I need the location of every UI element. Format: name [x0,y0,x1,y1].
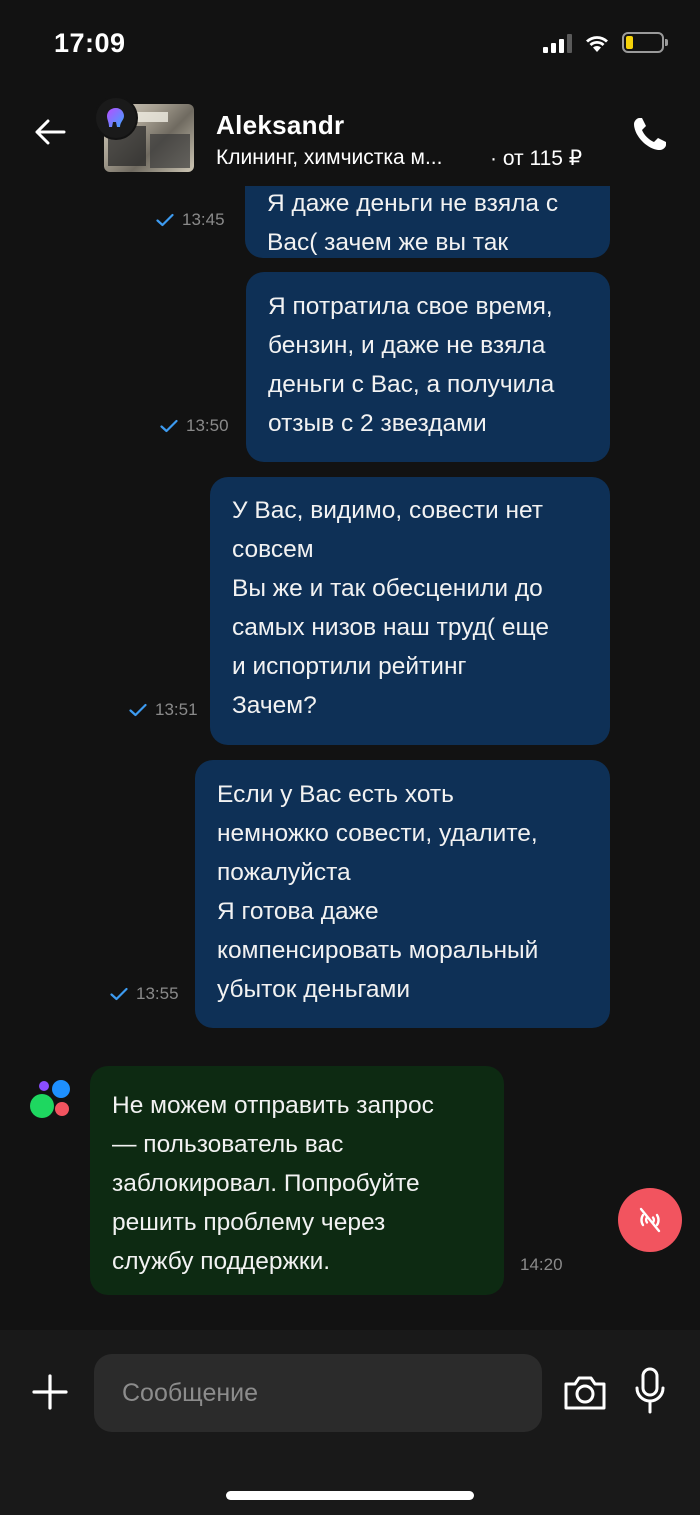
message-line: самых низов наш труд( еще [232,614,550,641]
status-time: 17:09 [54,28,126,58]
app-logo-icon [30,1080,70,1118]
system-message-line: — пользователь вас [112,1131,344,1158]
service-description: Клининг, химчистка м... [216,146,443,169]
phone-icon[interactable] [630,114,670,154]
message-composer [0,1330,700,1515]
read-check-icon [160,419,178,433]
service-price: · от 115 ₽ [490,147,583,170]
system-message-bubble[interactable]: Не можем отправить запрос — пользователь… [90,1066,504,1295]
message-bubble[interactable]: У Вас, видимо, совести нет совсем Вы же … [210,477,610,745]
message-time: 13:55 [136,984,179,1003]
system-message-time: 14:20 [520,1255,563,1274]
system-message-line: решить проблему через [112,1209,386,1236]
message-bubble[interactable]: Я потратила свое время, бензин, и даже н… [246,272,610,462]
status-icons [543,32,668,53]
message-meta: 13:55 [110,984,179,1004]
battery-icon [622,32,668,53]
wifi-icon [586,35,608,52]
camera-icon[interactable] [562,1372,608,1412]
microphone-icon[interactable] [634,1366,666,1416]
mute-icon [639,1207,661,1233]
message-line: отзыв с 2 звездами [268,410,487,437]
message-line: немножко совести, удалите, [217,820,538,847]
cellular-signal-icon [543,33,572,53]
verified-badge-icon [96,98,136,138]
home-indicator[interactable] [226,1491,474,1500]
back-arrow-icon [35,119,66,145]
plus-icon[interactable] [30,1372,70,1412]
message-input[interactable] [94,1354,542,1432]
message-line: Я даже деньги не взяла с [267,190,559,217]
message-line: бензин, и даже не взяла [268,332,546,359]
mute-button[interactable] [618,1188,682,1252]
message-line: пожалуйста [217,859,351,886]
message-line: Вы же и так обесценили до [232,575,543,602]
message-line: Я готова даже [217,898,379,925]
message-line: и испортили рейтинг [232,653,467,680]
system-message-line: заблокировал. Попробуйте [112,1170,420,1197]
read-check-icon [129,703,147,717]
contact-subtitle: Клининг, химчистка м... · от 115 ₽ [216,146,582,171]
system-message-line: Не можем отправить запрос [112,1092,434,1119]
avatar-photo-detail [150,134,190,168]
system-message-line: службу поддержки. [112,1248,331,1275]
read-check-icon [156,213,174,227]
message-time: 13:50 [186,416,229,435]
read-check-icon [110,987,128,1001]
message-line: компенсировать моральный [217,937,539,964]
chat-screen: 17:09 Я даже деньги не взяла с Вас( заче… [0,0,700,1515]
message-line: совсем [232,536,314,563]
message-line: деньги с Вас, а получила [268,371,555,398]
message-line: убыток деньгами [217,976,411,1003]
message-time: 13:45 [182,210,225,229]
message-line: Если у Вас есть хоть [217,781,454,808]
chat-header: Aleksandr Клининг, химчистка м... · от 1… [0,90,700,186]
message-meta: 13:50 [160,416,229,436]
contact-name[interactable]: Aleksandr [216,110,344,141]
message-meta: 13:51 [129,700,198,720]
message-line: Зачем? [232,692,317,719]
back-button[interactable] [30,112,70,152]
message-line: Я потратила свое время, [268,293,553,320]
message-meta: 13:45 [156,210,225,230]
message-line: Вас( зачем же вы так [267,229,509,256]
battery-level [626,36,633,49]
message-bubble[interactable]: Если у Вас есть хоть немножко совести, у… [195,760,610,1028]
message-line: У Вас, видимо, совести нет [232,497,544,524]
message-time: 13:51 [155,700,198,719]
